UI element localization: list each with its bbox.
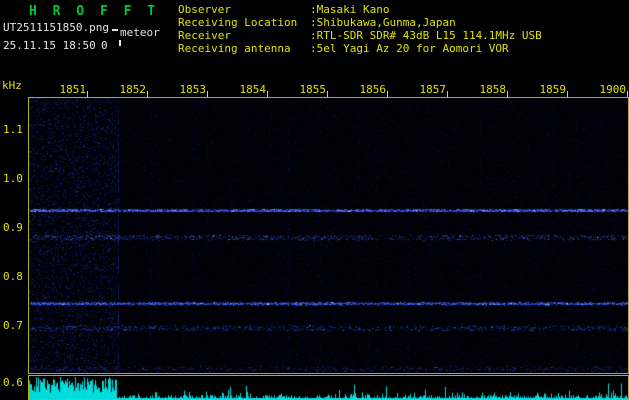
info-label: Receiving Location: [178, 16, 298, 29]
meteor-counter: 0: [101, 39, 108, 52]
x-axis-tick: [507, 91, 508, 97]
info-label: Receiver: [178, 29, 231, 42]
x-axis-tick: [567, 91, 568, 97]
info-value: :Shibukawa,Gunma,Japan: [310, 16, 456, 29]
x-axis-tick-label: 1859: [539, 83, 567, 96]
meteor-marker-label: meteor: [120, 26, 160, 39]
x-axis-tick: [447, 91, 448, 97]
info-label: Receiving antenna: [178, 42, 291, 55]
output-filename: UT2511151850.png: [3, 21, 109, 34]
x-axis-tick-label: 1900: [599, 83, 627, 96]
info-value: :5el Yagi Az 20 for Aomori VOR: [310, 42, 509, 55]
spectrogram-panel: [28, 97, 629, 374]
x-axis-tick: [207, 91, 208, 97]
y-axis-tick-label: 0.8: [3, 270, 23, 283]
x-axis-tick: [267, 91, 268, 97]
x-axis-tick-label: 1851: [59, 83, 87, 96]
signal-level-strip: [28, 375, 629, 400]
info-label: Observer: [178, 3, 231, 16]
x-axis-tick: [627, 91, 628, 97]
app-title: H R O F F T: [29, 4, 160, 19]
station-info: Observer :Masaki Kano Receiving Location…: [178, 3, 542, 55]
y-axis-tick-label: 1.1: [3, 123, 23, 136]
spectrogram-canvas: [29, 98, 628, 373]
info-row-receiver: Receiver :RTL-SDR SDR# 43dB L15 114.1MHz…: [178, 29, 542, 42]
observation-datetime: 25.11.15 18:50: [3, 39, 96, 52]
y-axis-tick-label: 0.7: [3, 319, 23, 332]
x-axis-tick-label: 1858: [479, 83, 507, 96]
hrofft-window: H R O F F T UT2511151850.png meteor 25.1…: [0, 0, 629, 400]
y-axis-tick-label: 0.6: [3, 376, 23, 389]
x-axis-tick: [87, 91, 88, 97]
x-axis-tick-label: 1852: [119, 83, 147, 96]
x-axis-tick: [387, 91, 388, 97]
x-axis-tick-label: 1854: [239, 83, 267, 96]
y-axis-tick-label: 1.0: [3, 172, 23, 185]
x-axis-tick: [327, 91, 328, 97]
y-axis-tick-label: 0.9: [3, 221, 23, 234]
x-axis-tick: [147, 91, 148, 97]
info-value: :RTL-SDR SDR# 43dB L15 114.1MHz USB: [310, 29, 542, 42]
info-row-antenna: Receiving antenna :5el Yagi Az 20 for Ao…: [178, 42, 542, 55]
y-axis-unit-label: kHz: [2, 79, 22, 92]
x-axis-tick-label: 1856: [359, 83, 387, 96]
info-value: :Masaki Kano: [310, 3, 390, 16]
meteor-marker-tick-icon: [119, 40, 121, 46]
x-axis-tick-label: 1857: [419, 83, 447, 96]
meteor-marker-dash-icon: [112, 29, 118, 31]
info-row-location: Receiving Location :Shibukawa,Gunma,Japa…: [178, 16, 542, 29]
info-row-observer: Observer :Masaki Kano: [178, 3, 542, 16]
x-axis-tick-label: 1853: [179, 83, 207, 96]
x-axis-tick-label: 1855: [299, 83, 327, 96]
signal-level-canvas: [29, 376, 628, 399]
